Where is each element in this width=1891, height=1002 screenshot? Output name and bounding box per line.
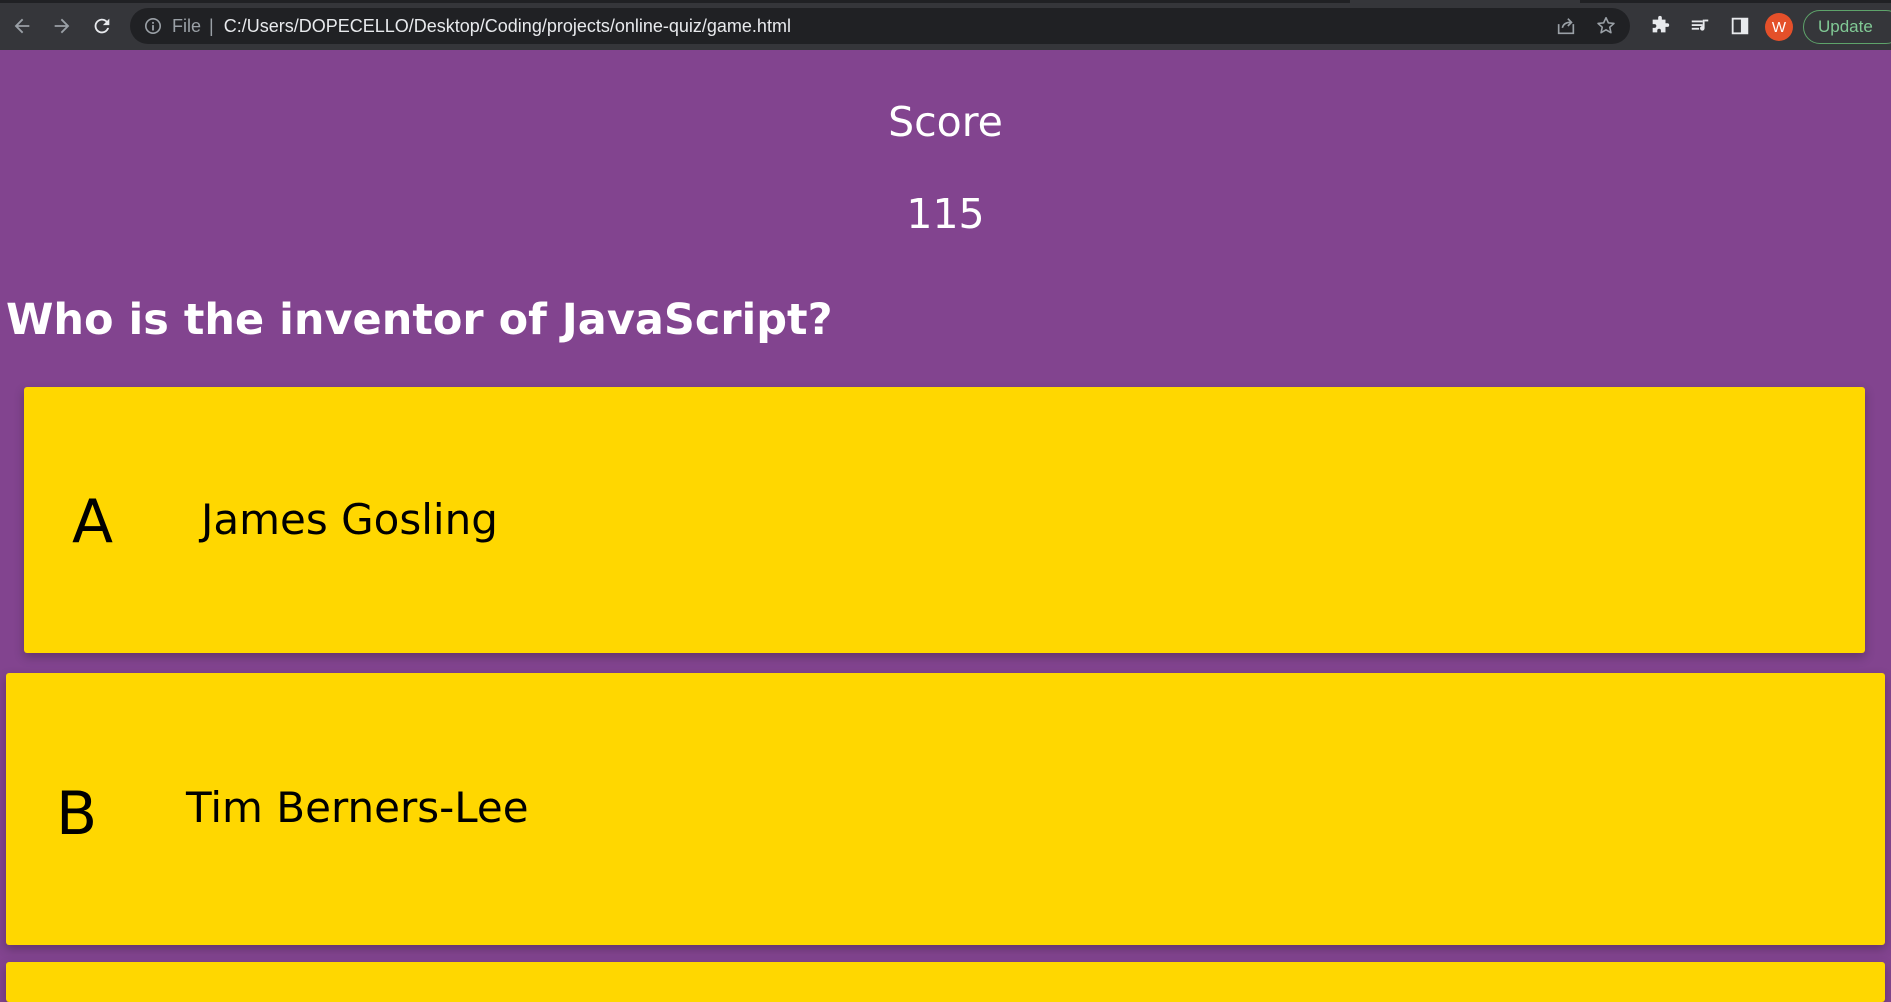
choice-prefix: A [72,487,114,557]
profile-avatar[interactable]: W [1765,13,1793,41]
browser-toolbar: File | C:/Users/DOPECELLO/Desktop/Coding… [0,0,1891,50]
info-icon[interactable] [144,17,162,35]
reload-icon[interactable] [86,10,118,42]
tab-strip-edge-right [1580,0,1891,3]
choice-prefix: B [56,779,98,849]
choice-a-container[interactable]: A James Gosling [24,387,1865,653]
question-text: Who is the inventor of JavaScript? [6,295,833,345]
url-text[interactable]: C:/Users/DOPECELLO/Desktop/Coding/projec… [224,16,791,37]
url-separator: | [209,15,214,36]
choice-text[interactable]: James Gosling [201,495,498,544]
side-panel-icon[interactable] [1726,12,1754,40]
back-icon[interactable] [6,10,38,42]
choice-c-container[interactable] [6,962,1885,1002]
share-icon[interactable] [1552,12,1580,40]
score-label: Score [888,98,1003,146]
update-button[interactable]: Update [1803,10,1891,44]
url-scheme: File [172,15,202,36]
bookmark-star-icon[interactable] [1592,12,1620,40]
choice-text[interactable]: Tim Berners-Lee [186,783,529,832]
forward-icon[interactable] [46,10,78,42]
omnibox-actions [1552,12,1620,40]
choice-b-container[interactable]: B Tim Berners-Lee [6,673,1885,945]
extensions-puzzle-icon[interactable] [1646,12,1674,40]
extension-actions [1646,12,1754,40]
address-bar[interactable]: File | C:/Users/DOPECELLO/Desktop/Coding… [130,8,1630,44]
tab-strip-edge [0,0,1350,3]
media-queue-icon[interactable] [1686,12,1714,40]
score-value: 115 [906,190,985,238]
